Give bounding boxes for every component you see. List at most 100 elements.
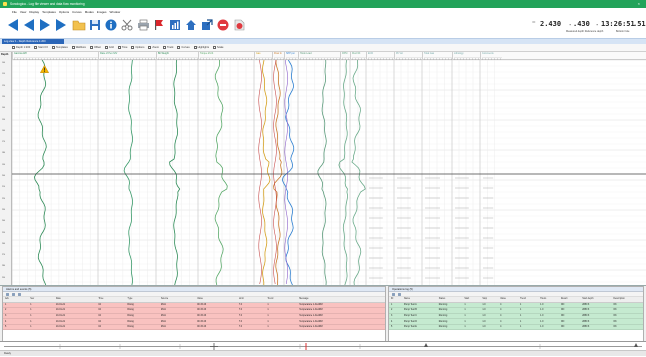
track-header-label: RPM — [342, 52, 348, 55]
table-cell: 1 — [265, 324, 298, 331]
checkbox[interactable] — [71, 46, 75, 49]
table-cell: 1 — [462, 324, 481, 331]
checkbox[interactable] — [163, 46, 167, 49]
bottom-panels: Alarms and events (5) Ack Sev Date Time Type… — [0, 285, 646, 342]
checkbox[interactable] — [177, 46, 181, 49]
refresh-icon[interactable] — [398, 292, 401, 296]
menu-options[interactable]: Options — [59, 10, 69, 14]
table-row[interactable]: 5 Pump Test E Running 1 1.0 4 1 1.0 ON 2880 ft OK — [389, 324, 643, 331]
checkbox[interactable] — [193, 46, 197, 49]
subtool-item[interactable]: Curves — [177, 46, 190, 49]
log-curve — [284, 60, 288, 285]
save-icon[interactable] — [88, 18, 102, 32]
subtool-label: Start 0 ft — [38, 46, 48, 49]
print-icon[interactable] — [136, 18, 150, 32]
depth-tick-label: 220 — [2, 197, 5, 200]
log-curves-svg — [12, 60, 646, 285]
play-icon[interactable] — [38, 18, 52, 32]
warning-icon[interactable] — [39, 64, 50, 74]
menu-bar: File View Display Templates Options Curv… — [0, 8, 646, 15]
flag-icon[interactable] — [152, 18, 166, 32]
checkbox[interactable] — [34, 46, 38, 49]
log-curve — [214, 60, 228, 285]
filter-icon[interactable] — [392, 292, 395, 296]
subtool-item[interactable]: Offset — [89, 46, 101, 49]
track-header[interactable]: SPP psi — [284, 52, 298, 60]
subtool-item[interactable]: Scale — [213, 46, 224, 49]
subtool-item[interactable]: Templates — [51, 46, 68, 49]
info-icon[interactable] — [104, 18, 118, 32]
subtool-item[interactable]: Start 0 ft — [34, 46, 48, 49]
track-header-label: Hook Load — [300, 52, 312, 55]
checkbox[interactable] — [117, 46, 121, 49]
menu-modes[interactable]: Modes — [85, 10, 94, 14]
chart-icon[interactable] — [168, 18, 182, 32]
table-row[interactable]: 5 1 10-01-21 04 Rising 2611 00.15.43 7.0 1 Temper… — [3, 324, 385, 331]
track-header[interactable]: Bit Weight — [156, 52, 198, 60]
depth-tick-label: 160 — [2, 129, 5, 132]
table-cell: 1.0 — [538, 324, 559, 331]
track-header[interactable]: Torque kft-lb — [198, 52, 254, 60]
checkbox[interactable] — [213, 46, 217, 49]
window-close-icon[interactable]: × — [638, 0, 640, 8]
subtool-item[interactable]: Wellbore — [71, 46, 86, 49]
track-header-label: SPP psi — [286, 52, 295, 55]
stop-icon[interactable] — [216, 18, 230, 32]
checkbox[interactable] — [104, 46, 108, 49]
menu-file[interactable]: File — [12, 10, 17, 14]
track-header-label: Gas — [256, 52, 261, 55]
status-bar: Ready — [0, 350, 646, 356]
subtool-item[interactable]: Highlights — [193, 46, 209, 49]
refresh-icon[interactable] — [12, 292, 15, 296]
track-header[interactable]: Hook Load — [298, 52, 340, 60]
step-forward-icon[interactable] — [54, 18, 68, 32]
track-header[interactable]: ECD — [366, 52, 394, 60]
track-header[interactable]: Pit Vol — [394, 52, 422, 60]
depth-tick-label: 280 — [2, 265, 5, 268]
checkbox[interactable] — [148, 46, 152, 49]
export-icon[interactable] — [18, 292, 21, 296]
track-header[interactable]: RPM — [340, 52, 350, 60]
table-cell: Rising — [125, 324, 159, 331]
export-icon[interactable] — [200, 18, 214, 32]
track-header[interactable]: Total Gas — [422, 52, 452, 60]
time-sep: - — [596, 22, 599, 27]
checkbox[interactable] — [89, 46, 93, 49]
checkbox[interactable] — [131, 46, 135, 49]
pdf-icon[interactable] — [232, 18, 246, 32]
log-plot-area[interactable] — [12, 60, 646, 285]
track-header[interactable]: Mud Wt — [350, 52, 366, 60]
skip-back-icon[interactable] — [6, 18, 20, 32]
menu-display[interactable]: Display — [29, 10, 39, 14]
depth-tick-label: 210 — [2, 186, 5, 189]
subtool-item[interactable]: Track — [163, 46, 173, 49]
track-header-label: Pit Vol — [396, 52, 403, 55]
track-header[interactable]: Rate of Pen ft/hr — [98, 52, 156, 60]
filter-icon[interactable] — [6, 292, 9, 296]
menu-templates[interactable]: Templates — [42, 10, 56, 14]
menu-view[interactable]: View — [20, 10, 26, 14]
track-header[interactable]: Flow In — [272, 52, 284, 60]
menu-window[interactable]: Window — [110, 10, 121, 14]
track-header[interactable]: Comments — [480, 52, 502, 60]
menu-images[interactable]: Images — [97, 10, 107, 14]
track-header[interactable]: Gamma API — [12, 52, 98, 60]
scissors-icon[interactable] — [120, 18, 134, 32]
subtool-item[interactable]: Grid — [104, 46, 114, 49]
subtool-item[interactable]: Time — [117, 46, 127, 49]
subtool-label: Track — [167, 46, 174, 49]
log-curve — [351, 60, 366, 285]
checkbox[interactable] — [51, 46, 55, 49]
menu-curves[interactable]: Curves — [72, 10, 82, 14]
folder-icon[interactable] — [72, 18, 86, 32]
track-header[interactable]: Lithology — [452, 52, 480, 60]
timeline-slider[interactable] — [0, 341, 646, 350]
checkbox[interactable] — [12, 46, 15, 49]
track-header[interactable]: Gas — [254, 52, 272, 60]
subtool-item[interactable]: Zoom — [148, 46, 159, 49]
depth-tick-label: 100 — [2, 62, 5, 64]
subtool-item[interactable]: Depth 1:200 — [12, 46, 30, 49]
subtool-item[interactable]: Options — [131, 46, 144, 49]
home-icon[interactable] — [184, 18, 198, 32]
step-back-icon[interactable] — [22, 18, 36, 32]
